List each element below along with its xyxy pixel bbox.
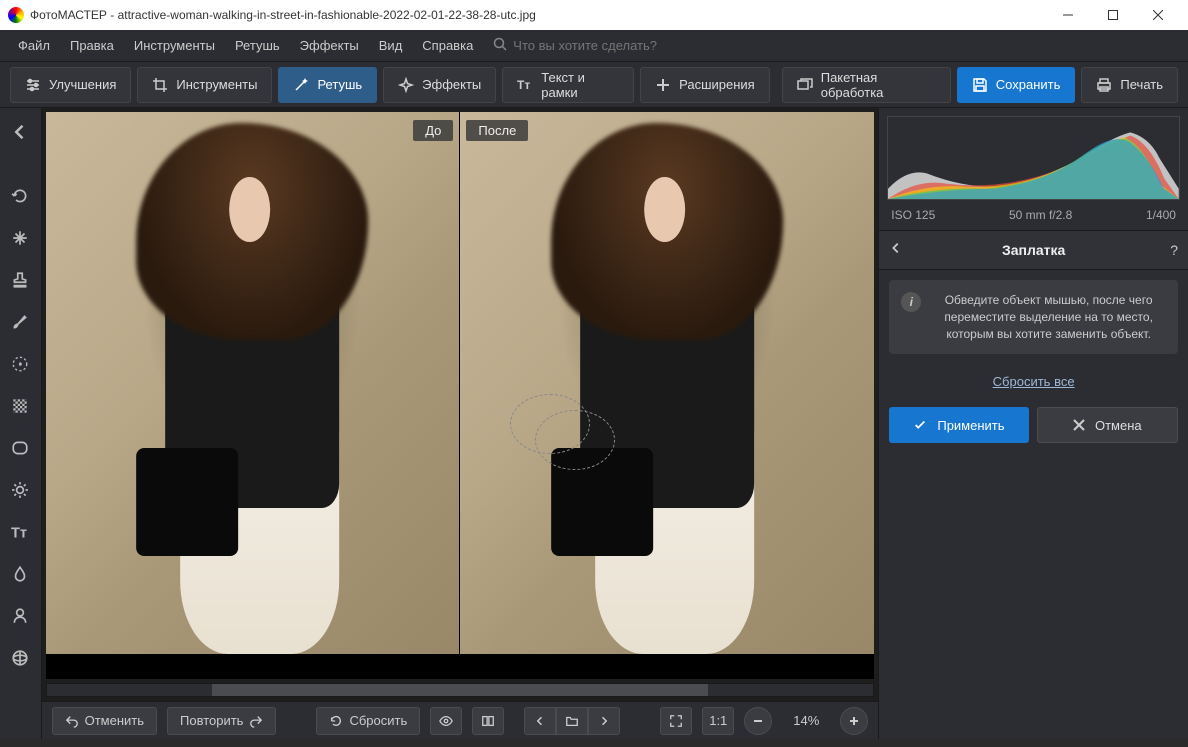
svg-text:Tᴛ: Tᴛ [517, 78, 530, 92]
panel-help-button[interactable]: ? [1158, 242, 1178, 258]
globe-button[interactable] [6, 644, 34, 672]
search-input[interactable] [513, 38, 713, 53]
vignette-button[interactable] [6, 434, 34, 462]
next-image-button[interactable] [588, 707, 620, 735]
search-wrap [493, 37, 713, 54]
text-icon: Tᴛ [517, 77, 533, 93]
reset-all-link[interactable]: Сбросить все [879, 364, 1188, 399]
scrollbar-thumb[interactable] [212, 684, 708, 696]
menu-effects[interactable]: Эффекты [290, 34, 369, 57]
left-tool-strip: Tᴛ [0, 108, 42, 739]
enhance-button[interactable]: Улучшения [10, 67, 131, 103]
menu-view[interactable]: Вид [369, 34, 413, 57]
zoom-out-button[interactable] [744, 707, 772, 735]
meta-row: ISO 125 50 mm f/2.8 1/400 [879, 208, 1188, 230]
zoom-in-button[interactable] [840, 707, 868, 735]
retouch-button[interactable]: Ретушь [278, 67, 377, 103]
bottom-bar: Отменить Повторить Сбросить 1:1 14% [42, 701, 879, 739]
menu-edit[interactable]: Правка [60, 34, 124, 57]
split-view: До После [46, 112, 875, 654]
horizontal-scrollbar[interactable] [46, 683, 875, 697]
brush-button[interactable] [6, 308, 34, 336]
text-tool-button[interactable]: Tᴛ [6, 518, 34, 546]
radial-button[interactable] [6, 350, 34, 378]
info-box: i Обведите объект мышью, после чего пере… [889, 280, 1178, 354]
menubar: Файл Правка Инструменты Ретушь Эффекты В… [0, 30, 1188, 62]
plus-icon [655, 77, 671, 93]
rotate-button[interactable] [6, 182, 34, 210]
info-text: Обведите объект мышью, после чего переме… [931, 292, 1166, 342]
zoom-level-label: 14% [782, 713, 830, 728]
menu-tools[interactable]: Инструменты [124, 34, 225, 57]
save-button[interactable]: Сохранить [957, 67, 1076, 103]
wand-icon [293, 77, 309, 93]
panel-header: Заплатка ? [879, 230, 1188, 270]
info-icon: i [901, 292, 921, 312]
open-folder-button[interactable] [556, 707, 588, 735]
redo-button[interactable]: Повторить [167, 707, 276, 735]
app-logo-icon [8, 7, 24, 23]
text-button[interactable]: TᴛТекст и рамки [502, 67, 634, 103]
gradient-button[interactable] [6, 392, 34, 420]
preview-toggle-button[interactable] [430, 707, 462, 735]
sliders-icon [25, 77, 41, 93]
apply-button[interactable]: Применить [889, 407, 1028, 443]
minimize-button[interactable] [1045, 0, 1090, 30]
extensions-button[interactable]: Расширения [640, 67, 770, 103]
titlebar: ФотоМАСТЕР - attractive-woman-walking-in… [0, 0, 1188, 30]
crop-icon [152, 77, 168, 93]
effects-button[interactable]: Эффекты [383, 67, 496, 103]
histogram[interactable] [887, 116, 1180, 200]
print-icon [1096, 77, 1112, 93]
workspace: Tᴛ До После Отменить Повторить [0, 108, 1188, 739]
right-panel: ISO 125 50 mm f/2.8 1/400 Заплатка ? i О… [878, 108, 1188, 739]
canvas-area: До После Отменить Повторить Сбросить [42, 108, 879, 739]
back-arrow-button[interactable] [6, 118, 34, 146]
menu-retouch[interactable]: Ретушь [225, 34, 290, 57]
liquify-button[interactable] [6, 560, 34, 588]
canvas-viewport[interactable]: До После [46, 112, 875, 679]
close-button[interactable] [1135, 0, 1180, 30]
nav-group [524, 707, 620, 735]
portrait-button[interactable] [6, 602, 34, 630]
zoom-100-button[interactable]: 1:1 [702, 707, 734, 735]
panel-back-button[interactable] [889, 241, 909, 260]
print-button[interactable]: Печать [1081, 67, 1178, 103]
images-icon [797, 77, 813, 93]
maximize-button[interactable] [1090, 0, 1135, 30]
main-toolbar: Улучшения Инструменты Ретушь Эффекты TᴛТ… [0, 62, 1188, 108]
pane-after: После [460, 112, 874, 654]
lens-label: 50 mm f/2.8 [1009, 208, 1072, 222]
fit-screen-button[interactable] [660, 707, 692, 735]
batch-button[interactable]: Пакетная обработка [782, 67, 951, 103]
menu-help[interactable]: Справка [412, 34, 483, 57]
brightness-button[interactable] [6, 476, 34, 504]
stamp-button[interactable] [6, 266, 34, 294]
iso-label: ISO 125 [891, 208, 935, 222]
action-row: Применить Отмена [879, 399, 1188, 451]
prev-image-button[interactable] [524, 707, 556, 735]
search-icon [493, 37, 507, 54]
sparkle-icon [398, 77, 414, 93]
before-label: До [413, 120, 453, 141]
svg-text:Tᴛ: Tᴛ [11, 526, 27, 541]
reset-button[interactable]: Сбросить [316, 707, 420, 735]
menu-file[interactable]: Файл [8, 34, 60, 57]
tools-button[interactable]: Инструменты [137, 67, 272, 103]
heal-button[interactable] [6, 224, 34, 252]
pane-before: До [46, 112, 460, 654]
undo-button[interactable]: Отменить [52, 707, 157, 735]
shutter-label: 1/400 [1146, 208, 1176, 222]
panel-title: Заплатка [909, 242, 1158, 258]
after-label: После [466, 120, 528, 141]
cancel-button[interactable]: Отмена [1037, 407, 1178, 443]
save-icon [972, 77, 988, 93]
compare-toggle-button[interactable] [472, 707, 504, 735]
window-title: ФотоМАСТЕР - attractive-woman-walking-in… [30, 8, 536, 22]
